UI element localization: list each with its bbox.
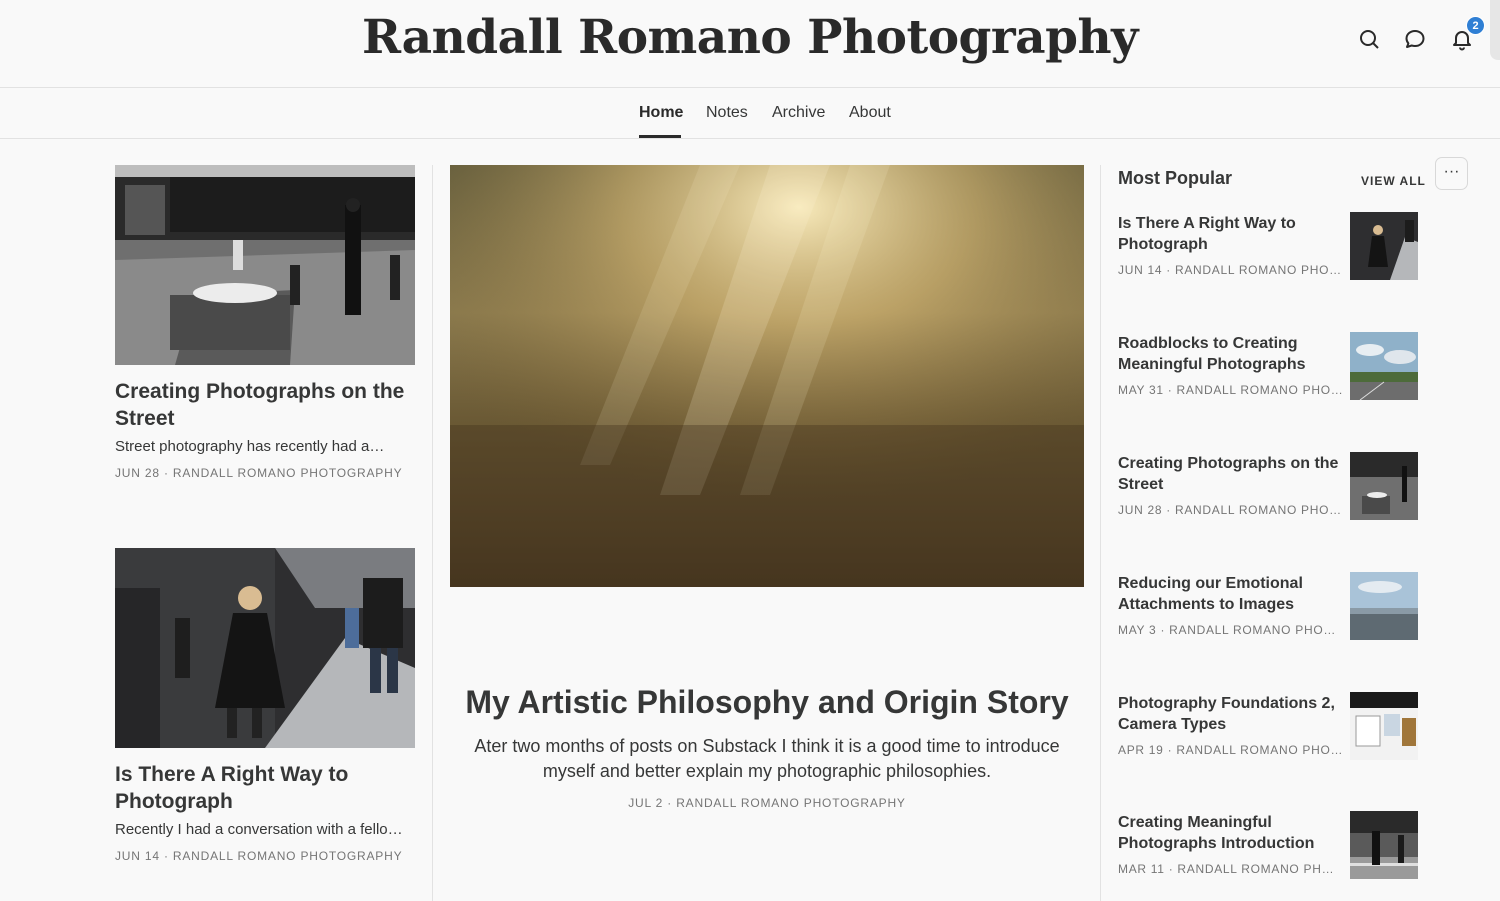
popular-item-meta: MAY 3 · RANDALL ROMANO PHOTOGRAPHY [1118, 623, 1343, 637]
nav-active-indicator [639, 135, 681, 138]
site-title[interactable]: Randall Romano Photography [0, 10, 1500, 65]
post-thumbnail-right-way[interactable] [115, 548, 415, 748]
site-header: Randall Romano Photography 2 [0, 0, 1500, 88]
notification-badge[interactable]: 2 [1466, 16, 1485, 35]
popular-item-thumbnail[interactable] [1350, 452, 1418, 520]
most-popular-heading: Most Popular [1118, 168, 1233, 188]
popular-item-title[interactable]: Creating Photographs on the Street [1118, 453, 1343, 495]
featured-subtitle: Ater two months of posts on Substack I t… [474, 736, 1060, 781]
post-title[interactable]: Is There A Right Way to Photograph [115, 761, 415, 815]
column-divider [1100, 165, 1101, 901]
featured-title[interactable]: My Artistic Philosophy and Origin Story [450, 684, 1084, 721]
popular-item-meta: APR 19 · RANDALL ROMANO PHOTOGRAPHY [1118, 743, 1343, 757]
chat-icon[interactable] [1403, 27, 1427, 51]
post-title[interactable]: Creating Photographs on the Street [115, 378, 415, 432]
post-thumbnail-street[interactable] [115, 165, 415, 365]
popular-item-thumbnail[interactable] [1350, 332, 1418, 400]
featured-meta: JUL 2 · RANDALL ROMANO PHOTOGRAPHY [628, 796, 906, 810]
nav-about[interactable]: About [849, 104, 891, 122]
popular-item-title[interactable]: Reducing our Emotional Attachments to Im… [1118, 573, 1343, 615]
post-meta: JUN 28 · RANDALL ROMANO PHOTOGRAPHY [115, 466, 403, 480]
popular-item-title[interactable]: Is There A Right Way to Photograph [1118, 213, 1343, 255]
popular-item-meta: JUN 14 · RANDALL ROMANO PHOTOGRAPHY [1118, 263, 1343, 277]
popular-item-thumbnail[interactable] [1350, 811, 1418, 879]
nav-home[interactable]: Home [639, 104, 683, 122]
popular-item-title[interactable]: Creating Meaningful Photographs Introduc… [1118, 812, 1343, 854]
main-nav: Home Notes Archive About [0, 88, 1500, 139]
nav-notes[interactable]: Notes [706, 104, 748, 122]
popular-item-meta: JUN 28 · RANDALL ROMANO PHOTOGRAPHY [1118, 503, 1343, 517]
post-subtitle: Recently I had a conversation with a fel… [115, 821, 403, 838]
popular-item-thumbnail[interactable] [1350, 212, 1418, 280]
popular-item-thumbnail[interactable] [1350, 692, 1418, 760]
search-icon[interactable] [1357, 27, 1381, 51]
post-meta: JUN 14 · RANDALL ROMANO PHOTOGRAPHY [115, 849, 403, 863]
view-all-link[interactable]: VIEW ALL [1361, 174, 1426, 188]
column-divider [432, 165, 433, 901]
nav-archive[interactable]: Archive [772, 104, 825, 122]
popular-item-thumbnail[interactable] [1350, 572, 1418, 640]
scrollbar[interactable] [1490, 0, 1500, 60]
post-subtitle: Street photography has recently had a… [115, 438, 385, 455]
popular-item-meta: MAR 11 · RANDALL ROMANO PHOTOGRAPHY [1118, 862, 1343, 876]
popular-item-meta: MAY 31 · RANDALL ROMANO PHOTOGRAPHY [1118, 383, 1343, 397]
featured-image[interactable] [450, 165, 1084, 587]
popular-item-title[interactable]: Roadblocks to Creating Meaningful Photog… [1118, 333, 1343, 375]
more-options-button[interactable]: ··· [1435, 157, 1468, 190]
popular-item-title[interactable]: Photography Foundations 2, Camera Types [1118, 693, 1343, 735]
